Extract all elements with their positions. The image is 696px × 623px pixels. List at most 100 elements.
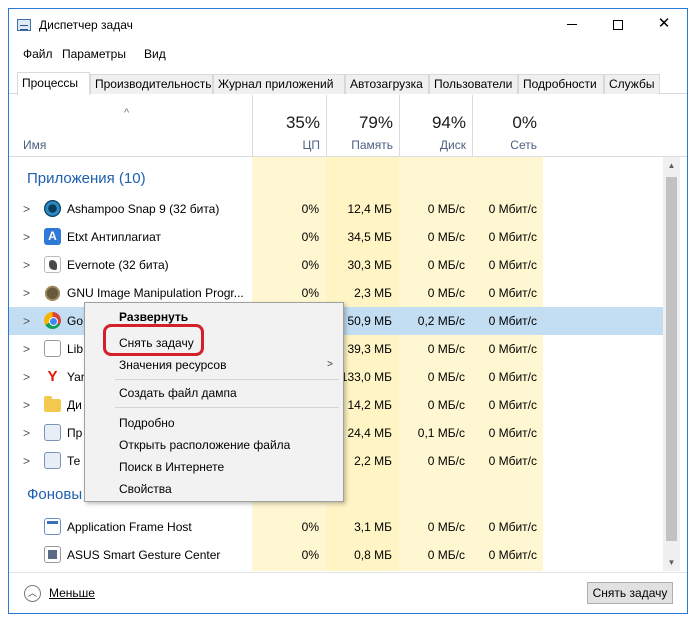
- menu-divider: [115, 407, 339, 408]
- memory-value: 2,2 МБ: [354, 454, 392, 468]
- maximize-icon: [613, 19, 623, 30]
- group-apps-title: Приложения (10): [27, 170, 146, 187]
- collapse-up-icon[interactable]: ︿: [24, 585, 41, 602]
- disk-value: 0,2 МБ/с: [417, 314, 465, 328]
- end-task-button[interactable]: Снять задачу: [587, 582, 673, 604]
- memory-value: 0,8 МБ: [354, 548, 392, 562]
- text-editor-icon: [44, 452, 61, 469]
- ashampoo-icon: [44, 200, 61, 217]
- ctx-expand[interactable]: Развернуть: [119, 310, 188, 324]
- disk-value: 0 МБ/с: [427, 370, 465, 384]
- expand-chevron-icon[interactable]: >: [23, 426, 30, 440]
- process-name: Пр: [67, 426, 83, 440]
- memory-value: 2,3 МБ: [354, 286, 392, 300]
- network-total-pct: 0%: [512, 113, 537, 132]
- ctx-details[interactable]: Подробно: [119, 416, 175, 430]
- expand-chevron-icon[interactable]: >: [23, 314, 30, 328]
- process-name: Evernote (32 бита): [67, 258, 169, 272]
- ctx-end-task[interactable]: Снять задачу: [119, 336, 194, 350]
- menu-view[interactable]: Вид: [144, 47, 166, 61]
- process-name: GNU Image Manipulation Progr...: [67, 286, 244, 300]
- ctx-create-dump[interactable]: Создать файл дампа: [119, 386, 237, 400]
- tab-bar: Процессы Производительность Журнал прило…: [9, 72, 687, 95]
- column-disk-header[interactable]: 94% Диск: [399, 95, 472, 157]
- tab-performance[interactable]: Производительность: [90, 74, 213, 94]
- network-value: 0 Мбит/с: [488, 520, 537, 534]
- tab-users[interactable]: Пользователи: [429, 74, 518, 94]
- close-icon: ✕: [657, 15, 671, 32]
- memory-value: 34,5 МБ: [347, 230, 392, 244]
- column-header-row: ^ Имя 35% ЦП 79% Память 94% Диск 0% Сеть: [9, 95, 687, 157]
- memory-value: 3,1 МБ: [354, 520, 392, 534]
- ctx-search-online[interactable]: Поиск в Интернете: [119, 460, 224, 474]
- network-label: Сеть: [510, 138, 537, 152]
- network-value: 0 Мбит/с: [488, 454, 537, 468]
- disk-value: 0 МБ/с: [427, 454, 465, 468]
- menu-file[interactable]: Файл: [23, 47, 53, 61]
- ctx-properties[interactable]: Свойства: [119, 482, 172, 496]
- network-value: 0 Мбит/с: [488, 370, 537, 384]
- table-row[interactable]: > Evernote (32 бита) 0% 30,3 МБ 0 МБ/с 0…: [9, 251, 663, 279]
- expand-chevron-icon[interactable]: >: [23, 342, 30, 356]
- tab-processes[interactable]: Процессы: [17, 72, 90, 95]
- tab-services[interactable]: Службы: [604, 74, 660, 94]
- group-background-title: Фоновы: [27, 486, 83, 503]
- title-bar: Диспетчер задач ✕: [9, 9, 687, 41]
- tab-details[interactable]: Подробности: [518, 74, 604, 94]
- table-row[interactable]: > Ashampoo Snap 9 (32 бита) 0% 12,4 МБ 0…: [9, 195, 663, 223]
- memory-value: 30,3 МБ: [347, 258, 392, 272]
- process-name: Ashampoo Snap 9 (32 бита): [67, 202, 220, 216]
- minimize-icon: [567, 24, 577, 26]
- expand-chevron-icon[interactable]: >: [23, 230, 30, 244]
- process-name: Ди: [67, 398, 82, 412]
- table-row[interactable]: > A Etxt Антиплагиат 0% 34,5 МБ 0 МБ/с 0…: [9, 223, 663, 251]
- scrollbar-thumb[interactable]: [666, 177, 677, 541]
- cpu-value: 0%: [301, 258, 319, 272]
- context-menu: Развернуть Снять задачу Значения ресурсо…: [84, 302, 344, 502]
- menu-options[interactable]: Параметры: [62, 47, 126, 61]
- frame-host-icon: [44, 518, 61, 535]
- footer-bar: ︿ Меньше Снять задачу: [9, 572, 687, 614]
- program-icon: [44, 424, 61, 441]
- tab-startup[interactable]: Автозагрузка: [345, 74, 429, 94]
- disk-value: 0 МБ/с: [427, 342, 465, 356]
- disk-total-pct: 94%: [431, 113, 466, 132]
- memory-value: 12,4 МБ: [347, 202, 392, 216]
- ctx-resource-values[interactable]: Значения ресурсов: [119, 358, 226, 372]
- network-value: 0 Мбит/с: [488, 314, 537, 328]
- cpu-value: 0%: [301, 230, 319, 244]
- disk-value: 0,1 МБ/с: [417, 426, 465, 440]
- scroll-up-icon[interactable]: ▲: [663, 157, 680, 174]
- tab-app-history[interactable]: Журнал приложений: [213, 74, 345, 94]
- yandex-icon: Y: [47, 368, 58, 385]
- column-memory-header[interactable]: 79% Память: [326, 95, 399, 157]
- column-network-header[interactable]: 0% Сеть: [472, 95, 543, 157]
- ctx-open-location[interactable]: Открыть расположение файла: [119, 438, 290, 452]
- expand-chevron-icon[interactable]: >: [23, 202, 30, 216]
- expand-chevron-icon[interactable]: >: [23, 398, 30, 412]
- submenu-arrow-icon: >: [327, 359, 333, 370]
- expand-chevron-icon[interactable]: >: [23, 286, 30, 300]
- maximize-button[interactable]: [595, 9, 641, 39]
- disk-value: 0 МБ/с: [427, 520, 465, 534]
- column-cpu-header[interactable]: 35% ЦП: [252, 95, 326, 157]
- cpu-total-pct: 35%: [285, 113, 320, 132]
- scroll-down-icon[interactable]: ▼: [663, 554, 680, 571]
- network-value: 0 Мбит/с: [488, 548, 537, 562]
- vertical-scrollbar[interactable]: ▲ ▼: [663, 157, 680, 571]
- folder-icon: [44, 396, 61, 412]
- expand-chevron-icon[interactable]: >: [23, 454, 30, 468]
- close-button[interactable]: ✕: [641, 9, 687, 39]
- cpu-value: 0%: [301, 548, 319, 562]
- expand-chevron-icon[interactable]: >: [23, 258, 30, 272]
- expand-chevron-icon[interactable]: >: [23, 370, 30, 384]
- network-value: 0 Мбит/с: [488, 426, 537, 440]
- column-name-header[interactable]: Имя: [23, 138, 46, 152]
- less-details-link[interactable]: Меньше: [49, 586, 95, 600]
- minimize-button[interactable]: [549, 9, 595, 39]
- table-row[interactable]: ASUS Smart Gesture Center 0% 0,8 МБ 0 МБ…: [9, 541, 663, 569]
- disk-value: 0 МБ/с: [427, 286, 465, 300]
- evernote-icon: [44, 256, 61, 273]
- table-row[interactable]: Application Frame Host 0% 3,1 МБ 0 МБ/с …: [9, 513, 663, 541]
- disk-value: 0 МБ/с: [427, 258, 465, 272]
